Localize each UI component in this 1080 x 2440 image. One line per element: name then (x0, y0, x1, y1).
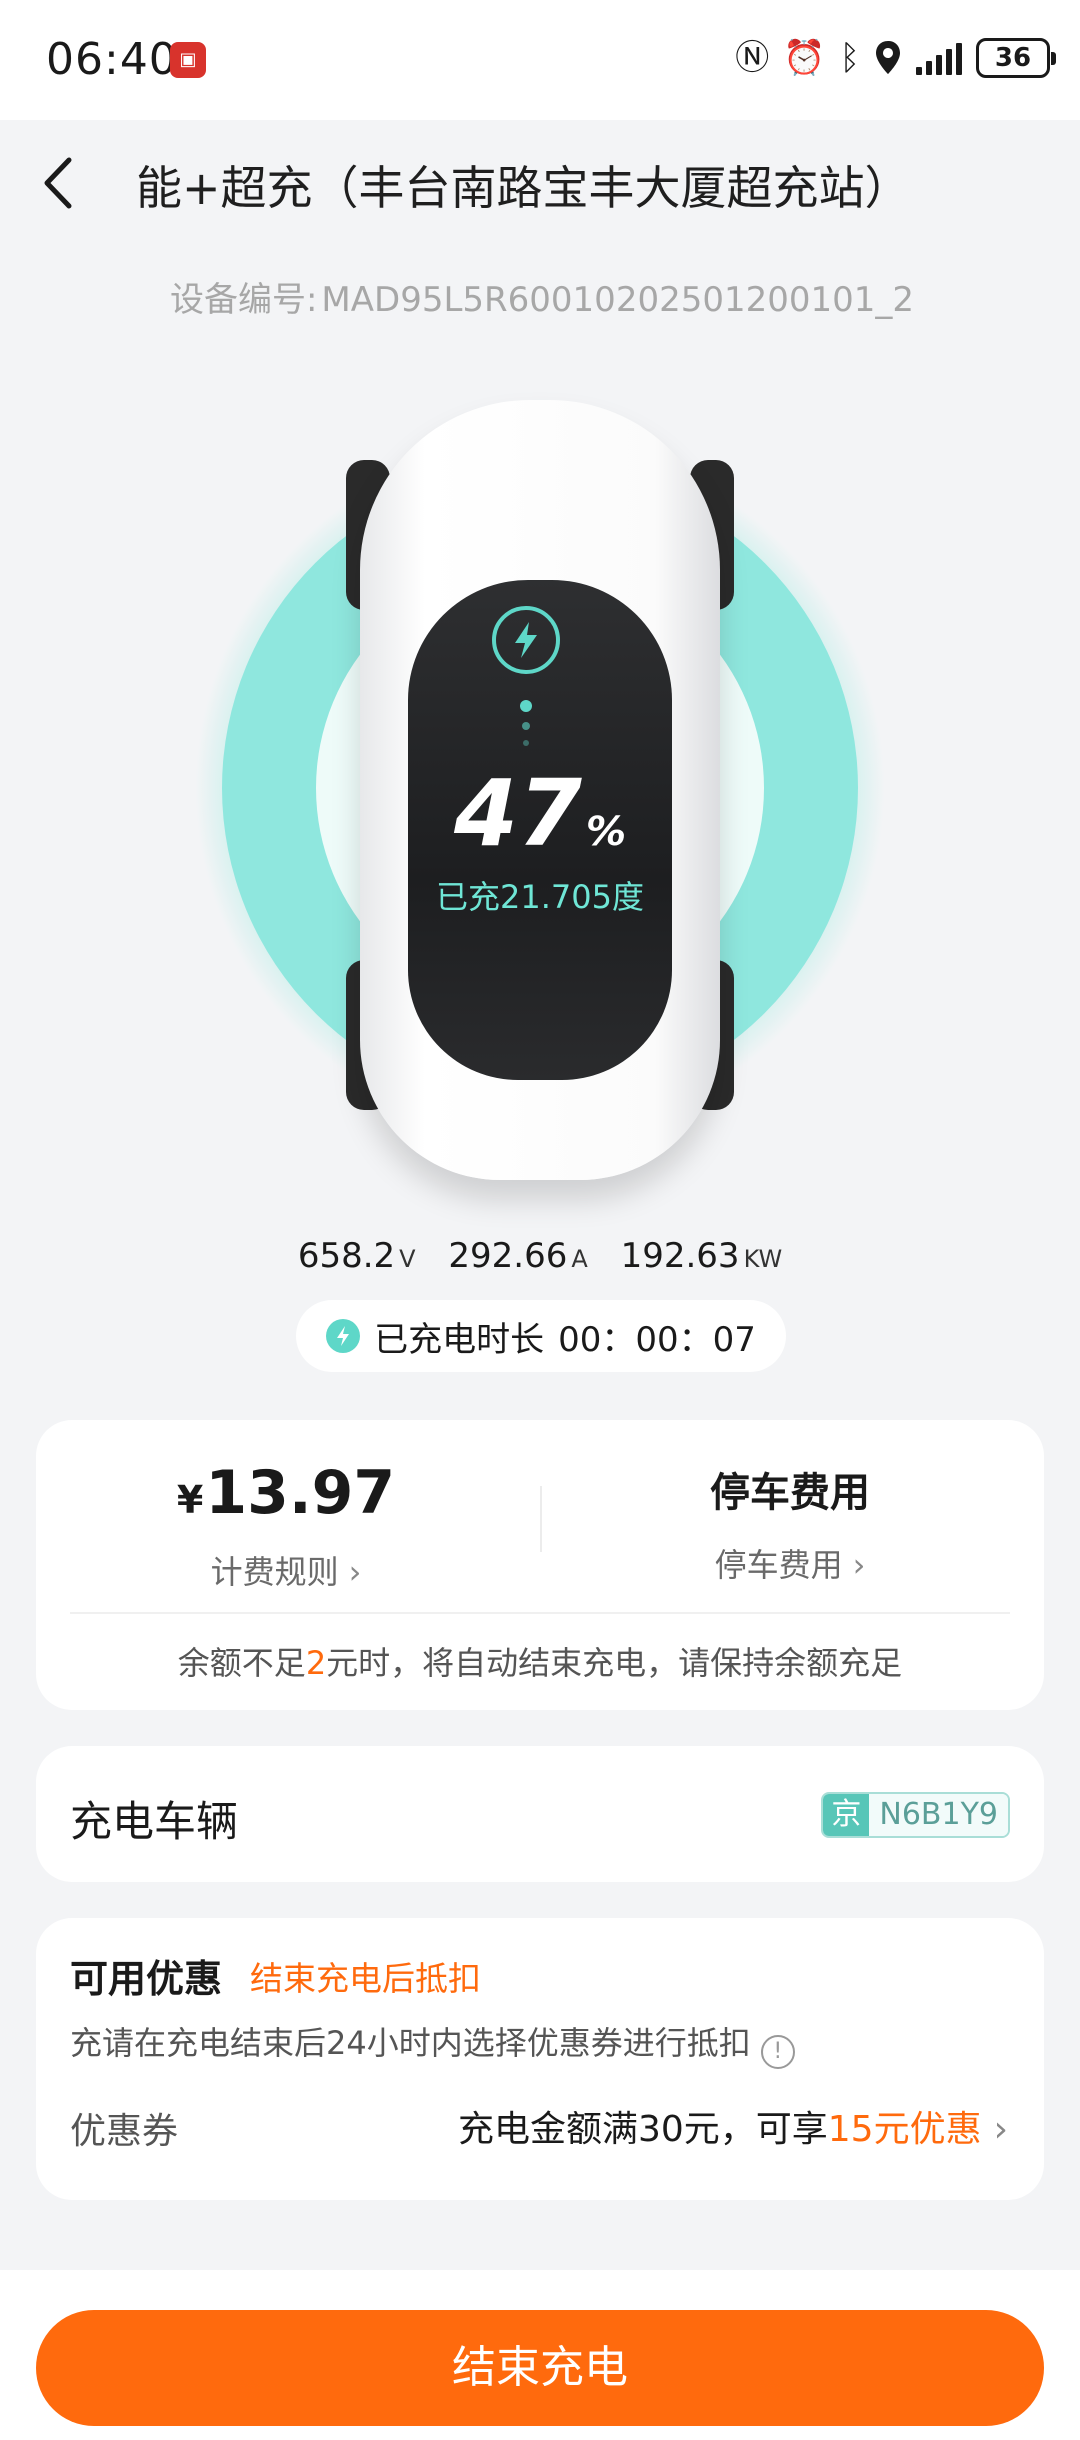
info-icon[interactable]: ! (760, 2035, 795, 2069)
fee-amount-value: 13.97 (205, 1458, 396, 1528)
parking-fee-section: 停车费用 停车费用 › (540, 1456, 1040, 1586)
plate-number: N6B1Y9 (869, 1794, 1008, 1836)
parking-fee-heading: 停车费用 (710, 1470, 870, 1516)
car-illustration: 47% 已充21.705度 (346, 400, 734, 1180)
chevron-right-icon: › (348, 1553, 362, 1591)
back-button[interactable] (28, 148, 88, 218)
voltage-value: 658.2 (297, 1236, 396, 1276)
status-bar: 06:40 ▣ Ⓝ ⏰ ᛒ 36 (0, 0, 1080, 120)
battery-icon: 36 (976, 38, 1056, 78)
signal-icon (916, 41, 962, 75)
nfc-icon: Ⓝ (735, 38, 770, 78)
billing-rules-label: 计费规则 (210, 1553, 339, 1591)
bluetooth-icon: ᛒ (839, 38, 860, 78)
notice-threshold: 2 (305, 1644, 327, 1682)
device-id-value: MAD95L5R60010202501200101_2 (321, 280, 915, 320)
vehicle-card[interactable]: 充电车辆 京 N6B1Y9 (36, 1746, 1044, 1882)
fee-amount: ¥13.97 (36, 1456, 536, 1537)
charge-percent-unit: % (585, 809, 627, 855)
charging-duration: 已充电时长 00：00：07 (296, 1300, 786, 1372)
parking-fee-link[interactable]: 停车费用 › (540, 1540, 1040, 1586)
coupon-offer-text: 充电金额满30元，可享 (457, 2109, 828, 2150)
vehicle-title: 充电车辆 (70, 1797, 239, 1846)
fee-card: ¥13.97 计费规则 › 停车费用 停车费用 › 余额不足2元时，将自动结束充电，… (36, 1420, 1044, 1710)
charge-percent: 47% (360, 760, 720, 867)
charging-metrics: 658.2 V 292.66 A 192.63 KW (0, 1236, 1080, 1276)
coupon-row-label: 优惠券 (70, 2111, 179, 2152)
coupon-description-text: 充请在充电结束后24小时内选择优惠券进行抵扣 (70, 2024, 751, 2062)
balance-notice: 余额不足2元时，将自动结束充电，请保持余额充足 (36, 1638, 1044, 1684)
coupon-description: 充请在充电结束后24小时内选择优惠券进行抵扣! (70, 2018, 795, 2069)
coupon-selector[interactable]: 充电金额满30元，可享15元优惠 › (458, 2100, 1008, 2152)
coupon-card: 可用优惠 结束充电后抵扣 充请在充电结束后24小时内选择优惠券进行抵扣! 优惠券… (36, 1918, 1044, 2200)
power-value: 192.63 (620, 1236, 740, 1276)
alarm-icon: ⏰ (783, 38, 826, 78)
chevron-right-icon: › (993, 2109, 1008, 2150)
notice-text-pre: 余额不足 (177, 1644, 306, 1682)
page-header: 能+超充（丰台南路宝丰大厦超充站） (0, 130, 1080, 240)
app-notification-icon: ▣ (170, 42, 206, 78)
charged-energy: 已充21.705度 (436, 878, 644, 916)
currency-symbol: ¥ (176, 1478, 204, 1522)
chevron-left-icon (44, 157, 72, 209)
device-id-line: 设备编号: MAD95L5R60010202501200101_2 (0, 272, 1080, 321)
voltage-unit: V (399, 1245, 416, 1273)
device-id-label: 设备编号: (169, 280, 318, 320)
license-plate: 京 N6B1Y9 (821, 1792, 1010, 1838)
current-value: 292.66 (448, 1236, 568, 1276)
current-unit: A (571, 1245, 588, 1273)
charge-percent-value: 47 (453, 760, 582, 867)
coupon-tag: 结束充电后抵扣 (250, 1959, 481, 1998)
page-title: 能+超充（丰台南路宝丰大厦超充站） (136, 161, 911, 215)
plate-province: 京 (823, 1794, 870, 1836)
coupon-title: 可用优惠 (70, 1957, 223, 2001)
power-unit: KW (743, 1245, 783, 1273)
lightning-icon (492, 606, 560, 674)
chevron-right-icon: › (852, 1546, 866, 1584)
fee-amount-section: ¥13.97 计费规则 › (36, 1456, 536, 1593)
status-time: 06:40 (46, 34, 178, 85)
lightning-icon (326, 1319, 361, 1353)
notice-text-post: 元时，将自动结束充电，请保持余额充足 (326, 1644, 903, 1682)
billing-rules-link[interactable]: 计费规则 › (36, 1547, 536, 1593)
progress-dots (520, 700, 532, 756)
parking-fee-label: 停车费用 (714, 1546, 843, 1584)
end-charging-button[interactable]: 结束充电 (36, 2310, 1044, 2426)
charging-visual: 47% 已充21.705度 (140, 370, 940, 1200)
duration-label: 已充电时长 (374, 1319, 545, 1360)
divider (70, 1612, 1010, 1614)
location-icon (876, 41, 900, 74)
duration-value: 00：00：07 (558, 1319, 756, 1360)
coupon-offer-highlight: 15元优惠 (827, 2109, 982, 2150)
status-icons: Ⓝ ⏰ ᛒ 36 (735, 36, 1056, 80)
